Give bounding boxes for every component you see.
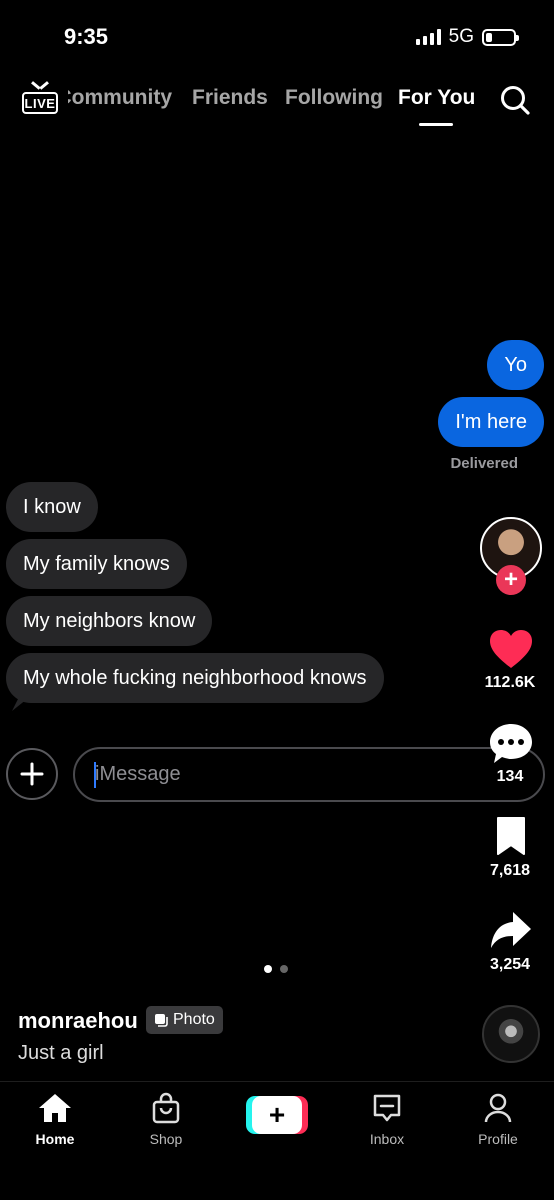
status-indicators: 5G xyxy=(415,26,519,48)
inbox-icon xyxy=(373,1094,401,1122)
comment-count: 134 xyxy=(496,768,524,785)
bookmark-icon[interactable] xyxy=(495,816,527,856)
status-time: 9:35 xyxy=(64,24,109,49)
battery-icon xyxy=(482,28,519,46)
post-username[interactable]: monraehou xyxy=(18,1008,138,1034)
delivery-status: Delivered xyxy=(450,455,518,472)
share-count: 3,254 xyxy=(489,956,531,973)
photo-badge: Photo xyxy=(146,1006,223,1034)
create-button[interactable]: + xyxy=(246,1096,308,1134)
share-icon[interactable] xyxy=(489,910,533,950)
signal-icon xyxy=(415,29,441,45)
shopping-bag-icon xyxy=(152,1092,180,1124)
post-caption: Just a girl xyxy=(18,1042,104,1064)
music-disc-icon[interactable] xyxy=(482,1005,540,1063)
network-type: 5G xyxy=(448,26,474,47)
comment-icon[interactable] xyxy=(488,722,534,766)
tab-friends[interactable]: Friends xyxy=(192,86,268,110)
text-cursor xyxy=(94,762,96,788)
carousel-indicator xyxy=(264,965,288,973)
tab-community[interactable]: Community xyxy=(68,86,172,110)
incoming-message: My family knows xyxy=(6,539,187,589)
live-icon[interactable]: LIVE xyxy=(22,81,58,114)
photo-icon xyxy=(155,1014,168,1027)
nav-home[interactable]: Home xyxy=(15,1092,95,1147)
nav-shop[interactable]: Shop xyxy=(126,1092,206,1147)
search-icon[interactable] xyxy=(499,84,531,116)
live-label: LIVE xyxy=(22,92,58,114)
outgoing-message: I'm here xyxy=(438,397,544,447)
top-nav: LIVE Community Friends Following For You xyxy=(0,80,554,126)
outgoing-message: Yo xyxy=(487,340,544,390)
photo-badge-label: Photo xyxy=(173,1011,215,1028)
follow-button[interactable]: + xyxy=(496,565,526,595)
incoming-message: I know xyxy=(6,482,98,532)
heart-icon[interactable] xyxy=(488,628,534,670)
profile-icon xyxy=(484,1093,512,1123)
home-icon xyxy=(39,1094,71,1122)
nav-shop-label: Shop xyxy=(149,1131,183,1147)
nav-home-label: Home xyxy=(35,1131,75,1147)
bottom-nav: Home Shop + Inbox Profile xyxy=(0,1081,554,1200)
save-count: 7,618 xyxy=(489,862,531,879)
add-attachment-button[interactable] xyxy=(6,748,58,800)
plus-icon xyxy=(20,762,44,786)
like-count: 112.6K xyxy=(484,674,536,691)
nav-inbox[interactable]: Inbox xyxy=(347,1092,427,1147)
nav-profile-label: Profile xyxy=(478,1131,518,1147)
tab-following[interactable]: Following xyxy=(285,86,383,110)
active-tab-indicator xyxy=(419,123,453,126)
incoming-message: My neighbors know xyxy=(6,596,213,646)
plus-icon: + xyxy=(252,1096,302,1134)
nav-inbox-label: Inbox xyxy=(369,1131,405,1147)
incoming-message: My whole fucking neighborhood knows xyxy=(6,653,384,703)
tab-for-you[interactable]: For You xyxy=(398,86,475,110)
nav-profile[interactable]: Profile xyxy=(458,1092,538,1147)
